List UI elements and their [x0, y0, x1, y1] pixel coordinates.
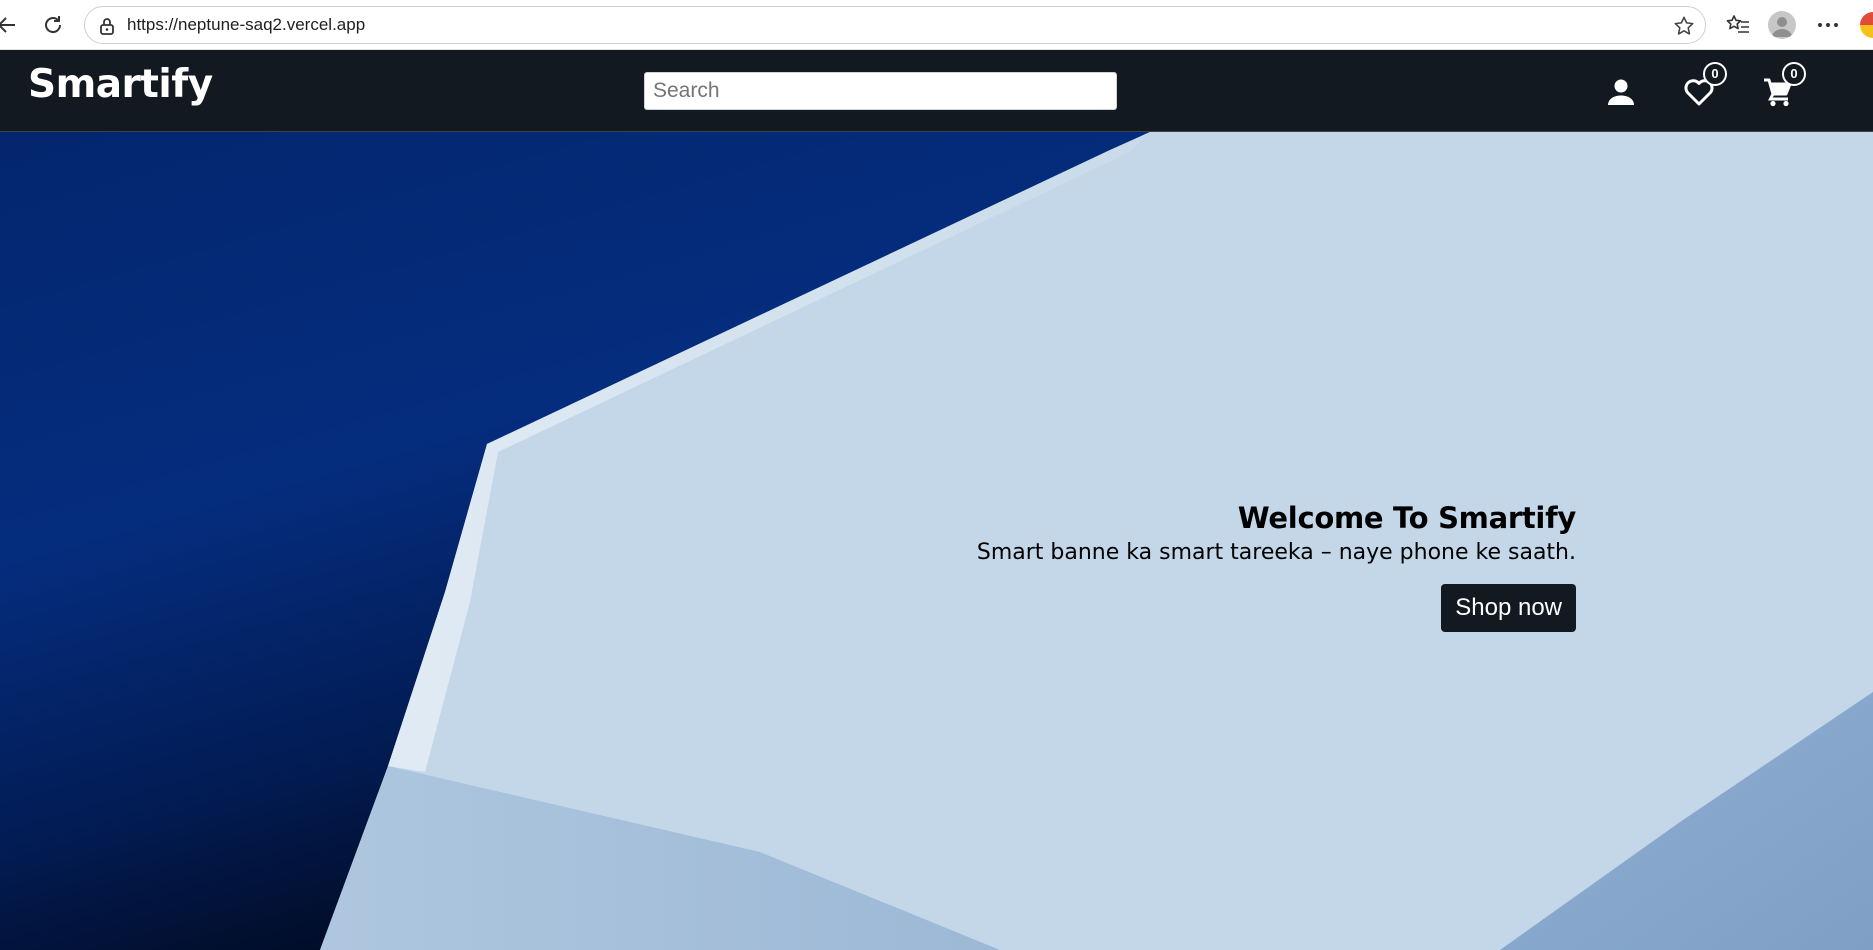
address-bar[interactable]: https://neptune-saq2.vercel.app [84, 6, 1706, 44]
edge-logo-icon[interactable] [1860, 12, 1873, 38]
wishlist-button[interactable]: 0 [1679, 62, 1727, 112]
wishlist-count-badge: 0 [1703, 62, 1727, 86]
shop-now-button[interactable]: Shop now [1441, 584, 1576, 632]
hero-background-image [0, 132, 1873, 950]
more-icon[interactable] [1813, 10, 1843, 40]
star-icon[interactable] [1673, 15, 1695, 42]
back-arrow-icon[interactable] [0, 10, 22, 40]
user-icon [1608, 79, 1634, 105]
profile-icon[interactable] [1768, 11, 1796, 39]
browser-toolbar: https://neptune-saq2.vercel.app [0, 0, 1873, 50]
hero-banner: Welcome To Smartify Smart banne ka smart… [0, 132, 1873, 950]
cart-button[interactable]: 0 [1758, 62, 1806, 112]
brand-logo[interactable]: Smartify [28, 62, 213, 107]
reload-icon[interactable] [38, 10, 68, 40]
account-button[interactable] [1601, 72, 1641, 112]
search-input[interactable] [644, 72, 1117, 110]
url-text[interactable]: https://neptune-saq2.vercel.app [127, 7, 365, 43]
site-navbar: Smartify 0 0 [0, 50, 1873, 132]
hero-subtitle: Smart banne ka smart tareeka – naye phon… [976, 540, 1576, 565]
cart-count-badge: 0 [1782, 62, 1806, 86]
favorites-icon[interactable] [1723, 10, 1753, 40]
lock-icon[interactable] [99, 17, 115, 40]
hero-title: Welcome To Smartify [1237, 501, 1577, 535]
hero-content: Welcome To Smartify Smart banne ka smart… [977, 500, 1576, 632]
